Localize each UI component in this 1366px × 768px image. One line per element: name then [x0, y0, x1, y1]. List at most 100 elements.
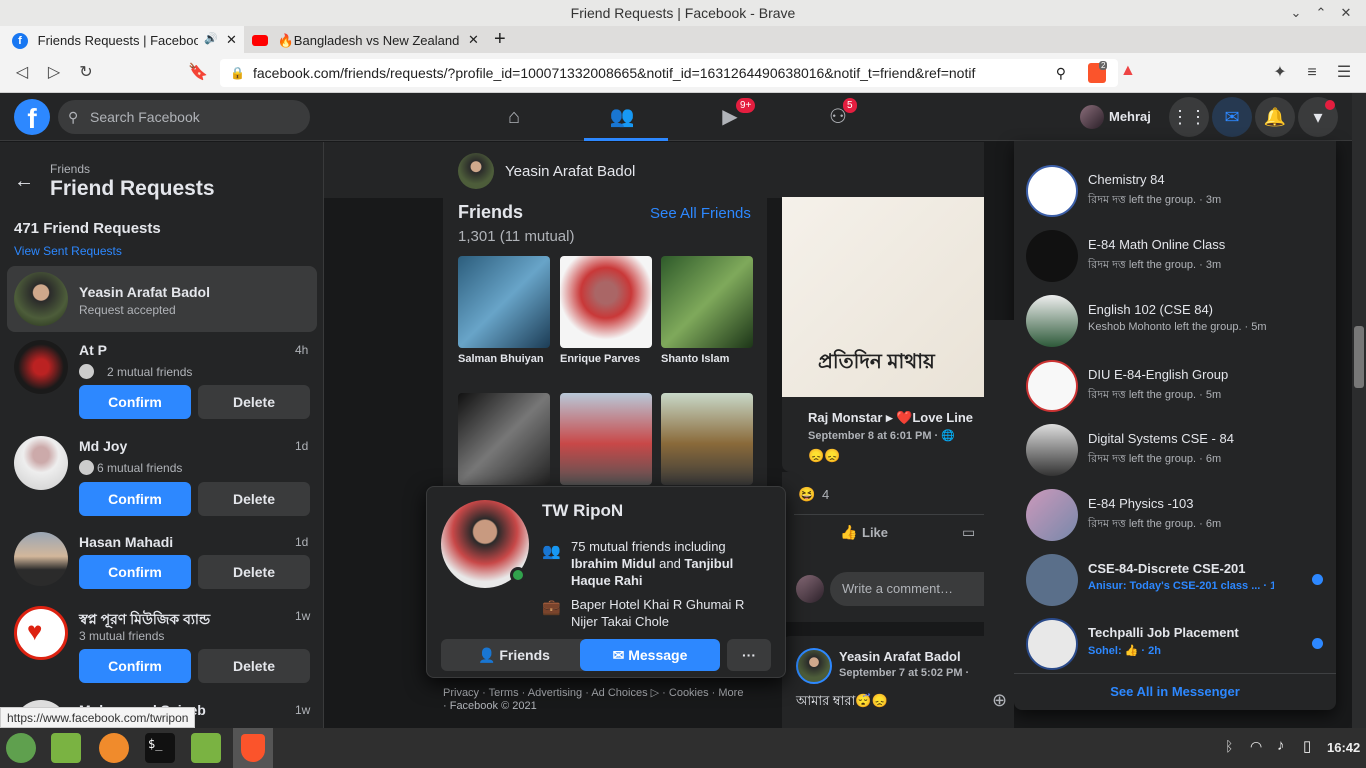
friends-nav-icon[interactable]: 👥 [602, 97, 642, 137]
tab-youtube[interactable]: 🔥Bangladesh vs New Zealand | S ✕ [244, 26, 486, 53]
post-image[interactable]: প্রতিদিন মাথায় [782, 197, 984, 397]
wifi-icon[interactable]: ◠ [1250, 738, 1262, 755]
request-name[interactable]: At P [79, 342, 107, 358]
confirm-button[interactable]: Confirm [79, 385, 191, 419]
delete-button[interactable]: Delete [198, 555, 310, 589]
comment-input[interactable]: Write a comment… [830, 572, 984, 606]
close-tab-icon[interactable]: ✕ [468, 26, 479, 53]
tab-facebook[interactable]: f Friends Requests | Faceboo 🔊 ✕ [0, 26, 244, 53]
friend-name[interactable]: Salman Bhuiyan [458, 353, 544, 365]
maximize-icon[interactable]: ⌃ [1311, 0, 1331, 26]
minimize-icon[interactable]: ⌄ [1286, 0, 1306, 26]
friend-name[interactable]: Enrique Parves [560, 353, 640, 365]
post-text: 😞😞 [808, 448, 841, 463]
delete-button[interactable]: Delete [198, 649, 310, 683]
battery-icon[interactable]: ▯ [1303, 737, 1311, 755]
person-icon: 👤 [478, 647, 496, 663]
friend-photo[interactable] [560, 393, 652, 485]
friend-photo[interactable] [661, 393, 753, 485]
chat-item[interactable]: Techpalli Job Placement Sohel: 👍 · 2h [1014, 611, 1336, 675]
scrollbar-thumb[interactable] [1354, 326, 1364, 388]
firefox-icon[interactable] [99, 733, 129, 763]
delete-button[interactable]: Delete [198, 385, 310, 419]
see-all-messenger-link[interactable]: See All in Messenger [1014, 684, 1336, 699]
post-author[interactable]: Yeasin Arafat Badol [839, 649, 961, 664]
like-button[interactable]: Like [862, 525, 888, 540]
address-field[interactable]: 🔒 facebook.com/friends/requests/?profile… [220, 59, 1118, 87]
friend-name[interactable]: Shanto Islam [661, 353, 729, 365]
friend-photo[interactable] [458, 256, 550, 348]
breadcrumb[interactable]: Friends [50, 162, 90, 176]
menu-icon[interactable]: ☰ [1334, 63, 1354, 83]
see-all-friends-link[interactable]: See All Friends [650, 205, 751, 222]
post-time[interactable]: September 7 at 5:02 PM · [839, 667, 969, 679]
friend-requests-sidebar: ← Friends Friend Requests 471 Friend Req… [0, 142, 324, 728]
comment-icon[interactable]: ▭ [962, 524, 975, 541]
facebook-logo-icon[interactable]: f [14, 99, 50, 135]
notifications-icon[interactable]: 🔔 [1255, 97, 1295, 137]
friend-photo[interactable] [661, 256, 753, 348]
chat-avatar [1026, 424, 1078, 476]
request-item[interactable]: Yeasin Arafat Badol Request accepted [0, 266, 323, 332]
avatar [14, 532, 68, 586]
sound-icon[interactable]: ♪ [1277, 737, 1285, 754]
friends-button[interactable]: 👤 Friends [441, 639, 587, 671]
profile-name[interactable]: Yeasin Arafat Badol [505, 163, 635, 180]
mint-menu-icon[interactable] [6, 733, 36, 763]
like-thumb-icon[interactable]: 👍 [840, 524, 857, 541]
chat-item[interactable]: CSE-84-Discrete CSE-201 Anisur: Today's … [1014, 547, 1336, 611]
avatar[interactable] [796, 648, 832, 684]
delete-button[interactable]: Delete [198, 482, 310, 516]
chat-item[interactable]: Chemistry 84 রিদম দত্ত left the group. ·… [1014, 158, 1336, 222]
back-icon[interactable]: ◁ [12, 63, 32, 83]
hovercard-name[interactable]: TW RipoN [542, 501, 623, 521]
search-input[interactable]: ⚲ Search Facebook [58, 100, 310, 134]
avatar [1080, 105, 1104, 129]
reload-icon[interactable]: ↻ [76, 63, 96, 83]
brave-rewards-icon[interactable]: ▲ [1120, 62, 1136, 80]
view-sent-requests-link[interactable]: View Sent Requests [14, 244, 122, 258]
close-tab-icon[interactable]: ✕ [226, 26, 237, 53]
chat-item[interactable]: Digital Systems CSE - 84 রিদম দত্ত left … [1014, 417, 1336, 481]
close-window-icon[interactable]: ✕ [1336, 0, 1356, 26]
page-scrollbar[interactable] [1352, 93, 1366, 728]
footer-links[interactable]: Privacy · Terms · Advertising · Ad Choic… [443, 686, 743, 699]
confirm-button[interactable]: Confirm [79, 649, 191, 683]
clock[interactable]: 16:42 [1327, 740, 1360, 755]
friend-photo[interactable] [560, 256, 652, 348]
request-name[interactable]: Md Joy [79, 438, 127, 454]
extensions-icon[interactable]: ✦ [1270, 63, 1290, 83]
chat-item[interactable]: E-84 Physics -103 রিদম দত্ত left the gro… [1014, 482, 1336, 546]
message-button[interactable]: ✉ Message [580, 639, 720, 671]
folder-icon[interactable] [191, 733, 221, 763]
confirm-button[interactable]: Confirm [79, 482, 191, 516]
request-time: 1w [295, 703, 311, 717]
chat-item[interactable]: English 102 (CSE 84) Keshob Mohonto left… [1014, 288, 1336, 352]
audio-icon[interactable]: 🔊 [204, 26, 218, 53]
request-name[interactable]: Yeasin Arafat Badol [79, 284, 210, 300]
menu-grid-icon[interactable]: ⋮⋮ [1169, 97, 1209, 137]
home-icon[interactable]: ⌂ [494, 97, 534, 137]
files-icon[interactable] [51, 733, 81, 763]
bluetooth-icon[interactable]: ᛒ [1225, 738, 1233, 754]
new-tab-icon[interactable]: + [494, 26, 514, 53]
mutual-name[interactable]: Ibrahim Midul [571, 556, 656, 571]
new-message-icon[interactable]: ⊕ [992, 690, 1007, 711]
confirm-button[interactable]: Confirm [79, 555, 191, 589]
chat-item[interactable]: E-84 Math Online Class রিদম দত্ত left th… [1014, 223, 1336, 287]
zoom-icon[interactable]: ⚲ [1047, 59, 1066, 87]
playlist-icon[interactable]: ≡ [1302, 63, 1322, 83]
more-options-button[interactable]: ··· [727, 639, 771, 671]
post-time[interactable]: September 8 at 6:01 PM · 🌐 [808, 429, 955, 442]
messenger-icon[interactable]: ✉ [1212, 97, 1252, 137]
bookmark-icon[interactable]: 🔖 [188, 63, 208, 83]
terminal-icon[interactable]: $_ [145, 733, 175, 763]
reaction-count[interactable]: 4 [822, 487, 829, 502]
friend-photo[interactable] [458, 393, 550, 485]
brave-taskbar-icon[interactable] [233, 728, 273, 768]
chat-item[interactable]: DIU E-84-English Group রিদম দত্ত left th… [1014, 353, 1336, 417]
forward-icon[interactable]: ▷ [44, 63, 64, 83]
request-name[interactable]: Hasan Mahadi [79, 534, 173, 550]
back-arrow-icon[interactable]: ← [14, 170, 34, 193]
post-author[interactable]: Raj Monstar ▸ ❤️Love Line [808, 410, 973, 426]
